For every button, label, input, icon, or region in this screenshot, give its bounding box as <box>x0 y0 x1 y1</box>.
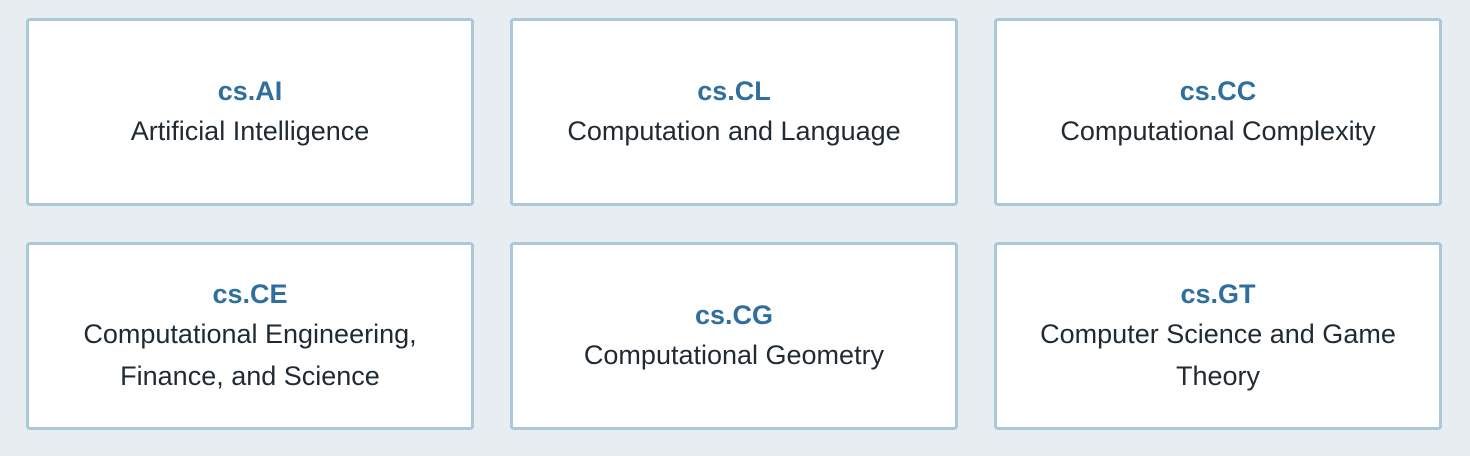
category-card-cs-cg[interactable]: cs.CG Computational Geometry <box>510 242 958 430</box>
category-code: cs.CL <box>697 76 771 106</box>
category-name: Computation and Language <box>567 116 901 146</box>
category-name: Computational Engineering, Finance, and … <box>83 319 417 391</box>
category-code: cs.AI <box>217 76 283 106</box>
category-code: cs.GT <box>1180 279 1256 309</box>
category-card-cs-ai[interactable]: cs.AI Artificial Intelligence <box>26 18 474 206</box>
category-name: Computational Geometry <box>583 340 885 370</box>
category-code: cs.CC <box>1179 76 1257 106</box>
category-card-cs-cc[interactable]: cs.CC Computational Complexity <box>994 18 1442 206</box>
category-card-cs-gt[interactable]: cs.GT Computer Science and Game Theory <box>994 242 1442 430</box>
category-card-cs-cl[interactable]: cs.CL Computation and Language <box>510 18 958 206</box>
category-code: cs.CE <box>212 279 288 309</box>
category-name: Artificial Intelligence <box>130 116 370 146</box>
category-grid: cs.AI Artificial Intelligence cs.CL Comp… <box>26 18 1442 430</box>
category-name: Computational Complexity <box>1060 116 1376 146</box>
category-name: Computer Science and Game Theory <box>1040 319 1396 391</box>
category-card-cs-ce[interactable]: cs.CE Computational Engineering, Finance… <box>26 242 474 430</box>
category-code: cs.CG <box>694 300 774 330</box>
